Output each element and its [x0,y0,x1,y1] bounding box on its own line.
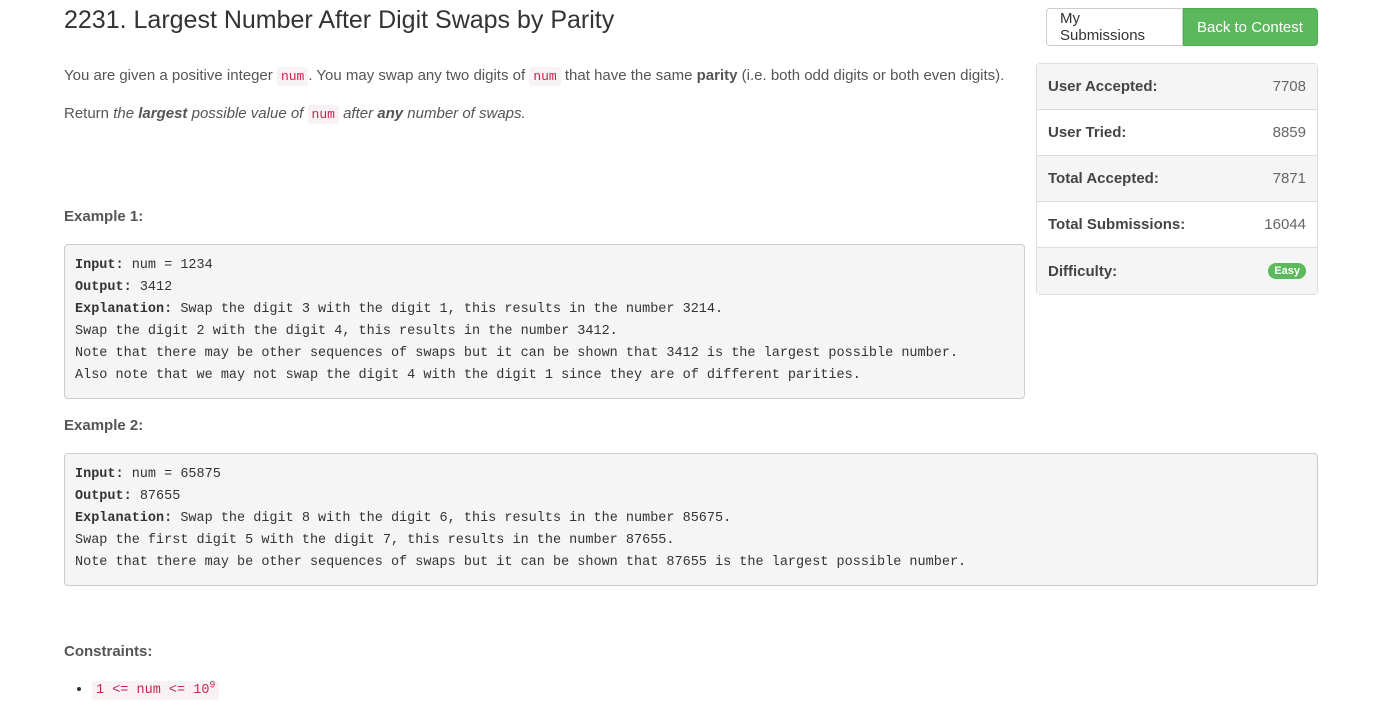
back-to-contest-button[interactable]: Back to Contest [1183,8,1318,46]
problem-description: You are given a positive integer num. Yo… [64,63,1014,139]
code-num: num [529,67,561,86]
example-2-heading: Example 2: [64,417,144,434]
stat-user-tried: User Tried: 8859 [1037,110,1317,156]
constraint-item: 1 <= num <= 109 [92,680,220,700]
return-paragraph: Return the largest possible value of num… [64,105,526,124]
code-num: num [276,67,309,86]
constraints-heading: Constraints: [64,643,153,660]
stat-total-submissions: Total Submissions: 16044 [1037,202,1317,248]
example-1-heading: Example 1: [64,208,144,225]
stat-total-accepted: Total Accepted: 7871 [1037,156,1317,202]
my-submissions-button[interactable]: My Submissions [1046,8,1183,46]
example-2-block: Input: num = 65875 Output: 87655 Explana… [64,453,1318,586]
difficulty-badge: Easy [1268,263,1306,279]
page-title: 2231. Largest Number After Digit Swaps b… [64,6,615,34]
header-actions: My Submissions Back to Contest [1046,8,1318,46]
parity-term: parity [696,67,738,84]
stat-difficulty: Difficulty: Easy [1037,248,1317,294]
description-paragraph: You are given a positive integer num. Yo… [64,67,1005,86]
stats-panel: User Accepted: 7708 User Tried: 8859 Tot… [1036,63,1318,295]
code-num: num [307,105,339,124]
constraints-list: 1 <= num <= 109 [70,680,220,700]
example-1-block: Input: num = 1234 Output: 3412 Explanati… [64,244,1025,399]
stat-user-accepted: User Accepted: 7708 [1037,64,1317,110]
